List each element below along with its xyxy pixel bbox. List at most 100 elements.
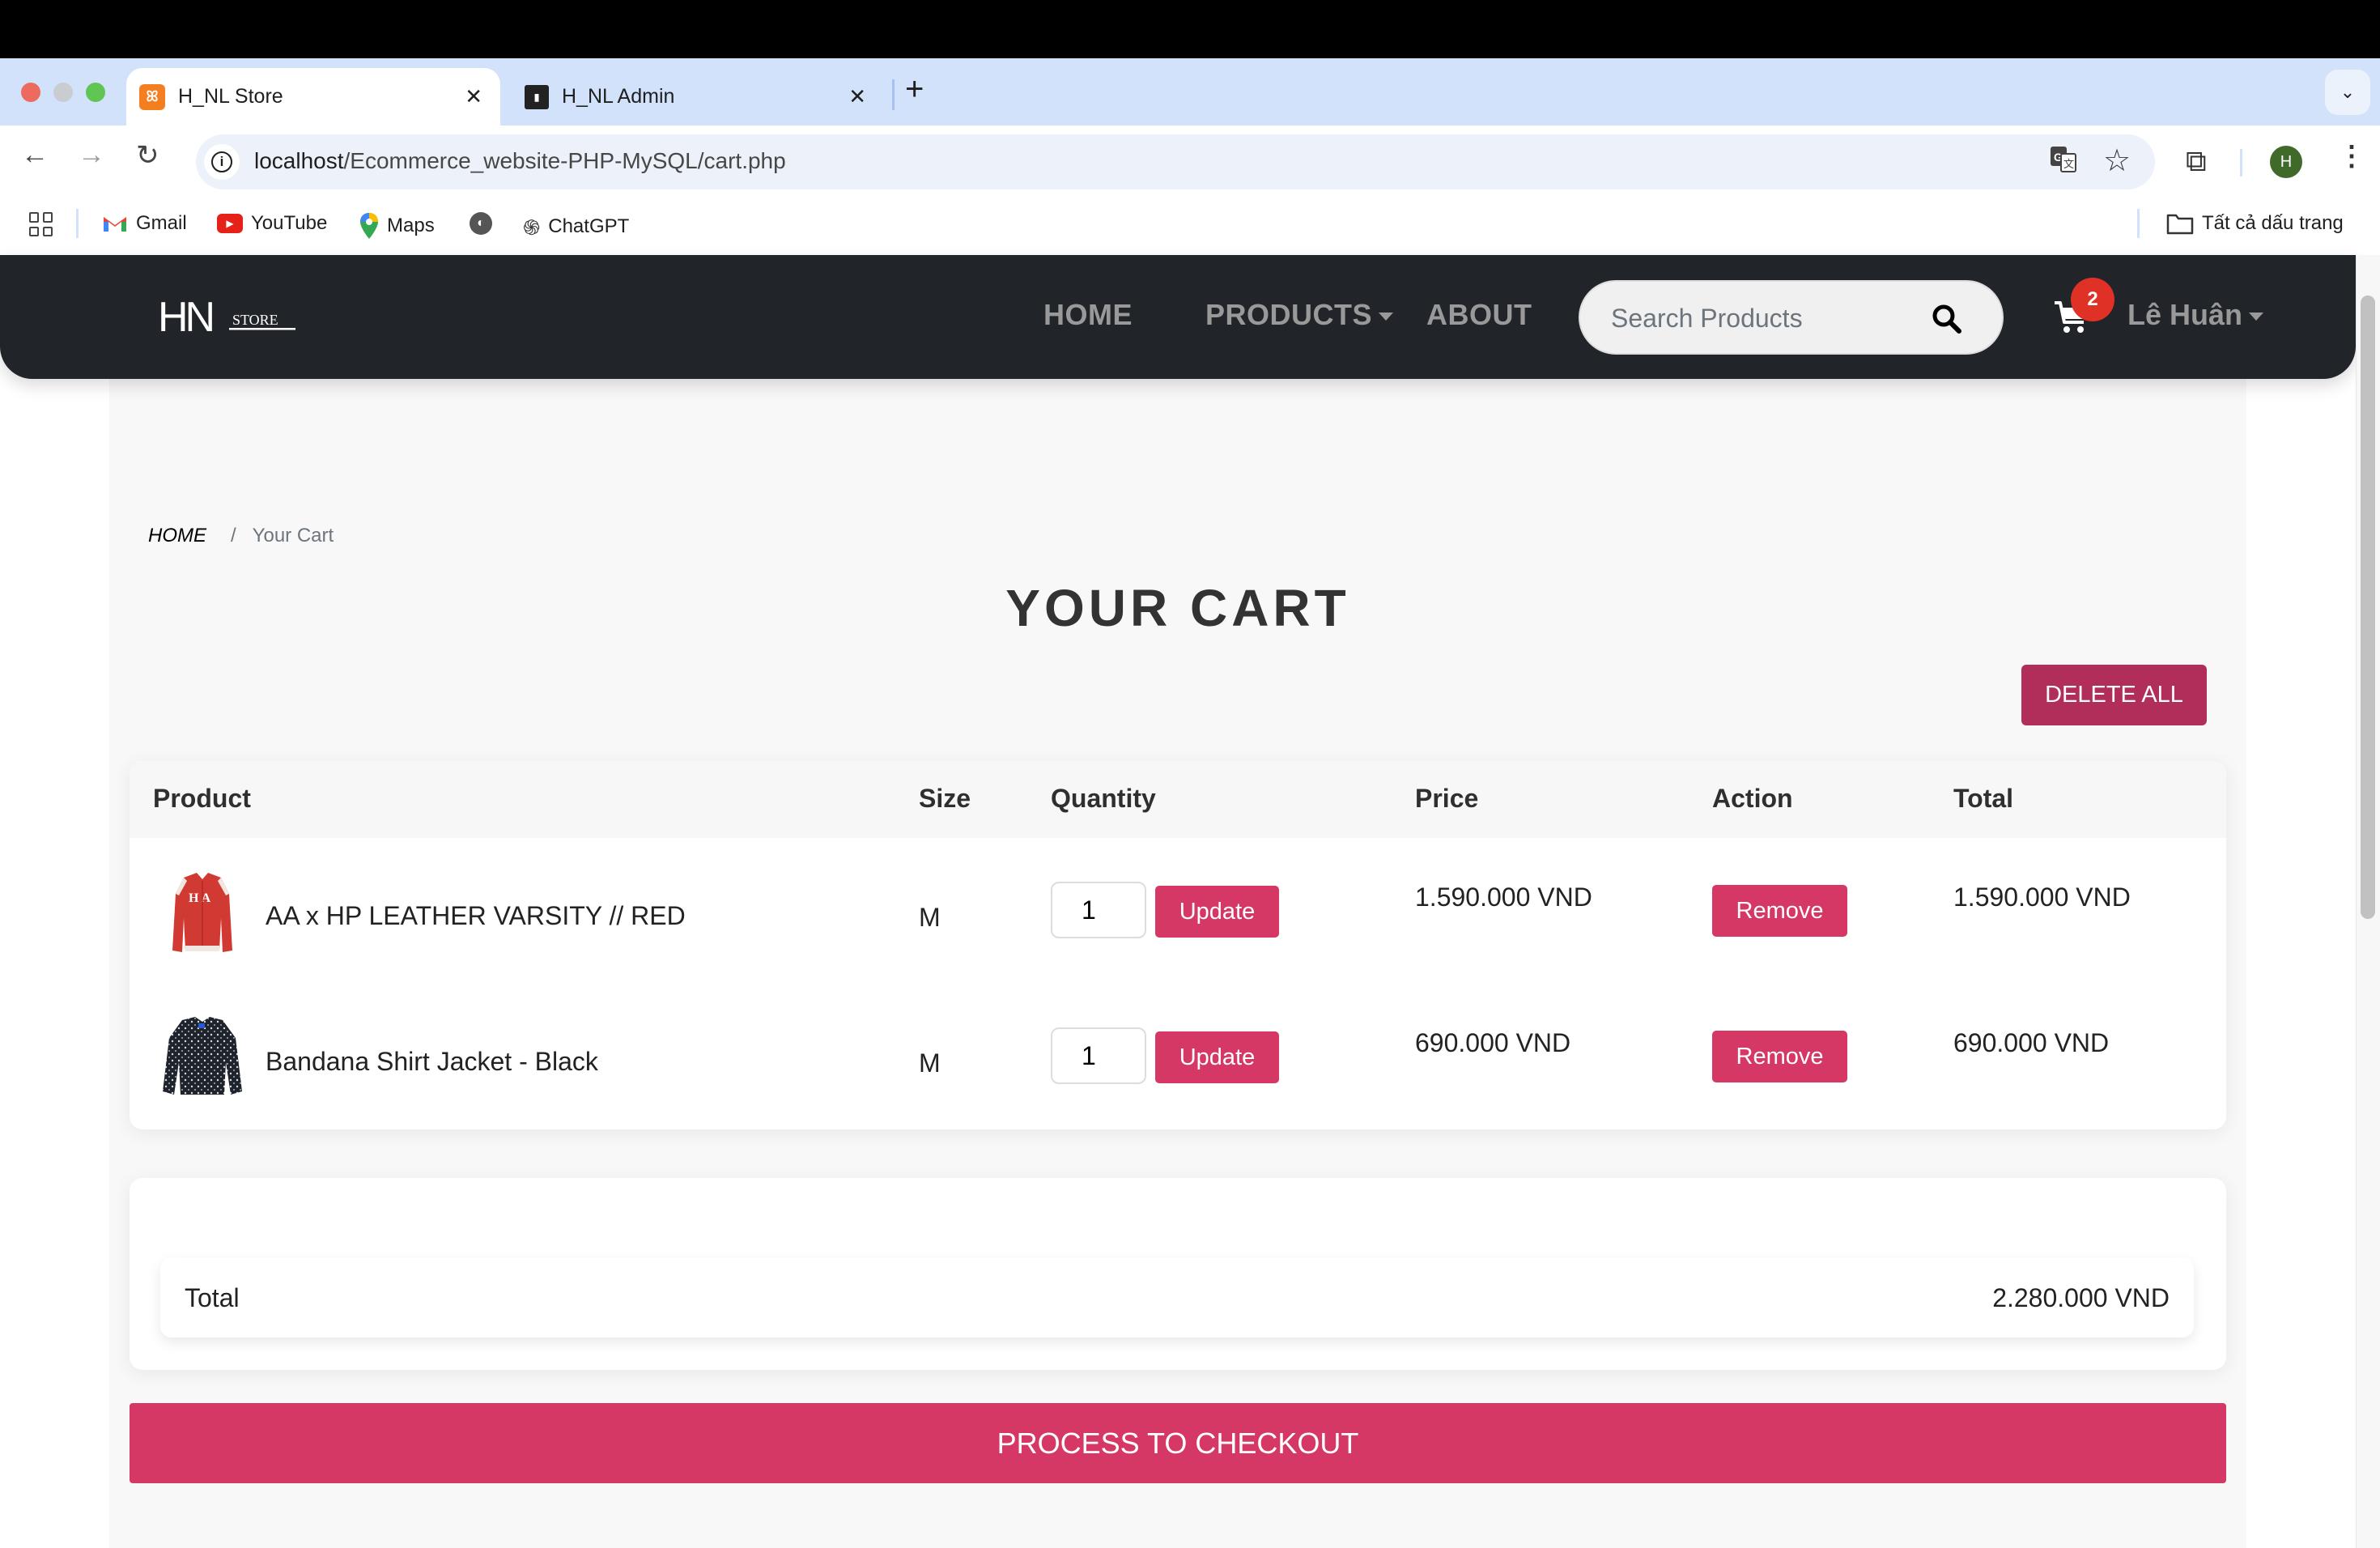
profile-avatar[interactable]: H: [2270, 146, 2302, 178]
bookmark-globe[interactable]: ◐: [470, 212, 500, 235]
line-total: 690.000 VND: [1953, 1028, 2110, 1057]
folder-icon: [2166, 212, 2194, 235]
total-value: 2.280.000 VND: [1992, 1283, 2170, 1312]
forward-button[interactable]: →: [78, 139, 105, 171]
extensions-icon[interactable]: ⧉: [2186, 144, 2207, 179]
header-action: Action: [1712, 784, 1793, 813]
quantity-input[interactable]: [1051, 882, 1146, 938]
table-header: Product Size Quantity Price Action Total: [130, 761, 2226, 838]
product-name[interactable]: Bandana Shirt Jacket - Black: [266, 1047, 598, 1077]
total-row: Total 2.280.000 VND: [160, 1257, 2194, 1337]
url-host: localhost: [254, 148, 344, 173]
more-menu-icon[interactable]: ⋮: [2338, 142, 2365, 170]
nav-home[interactable]: HOME: [1043, 298, 1133, 332]
breadcrumb-current: Your Cart: [252, 525, 334, 546]
quantity-input[interactable]: [1051, 1027, 1146, 1084]
product-image-black-bandana[interactable]: [158, 1014, 247, 1103]
close-tab-icon[interactable]: ✕: [465, 84, 482, 109]
nav-about[interactable]: ABOUT: [1426, 298, 1532, 332]
header-size: Size: [919, 784, 971, 813]
search-box: [1579, 280, 2004, 355]
globe-icon: ◐: [470, 212, 492, 235]
caret-down-icon: [2249, 313, 2264, 321]
header-quantity: Quantity: [1051, 784, 1156, 813]
logo-sub: STORE: [232, 312, 278, 328]
all-bookmarks-label: Tất cả dấu trang: [2202, 212, 2344, 234]
delete-all-button[interactable]: DELETE ALL: [2021, 665, 2207, 725]
line-total: 1.590.000 VND: [1953, 882, 2131, 912]
info-icon: i: [211, 151, 232, 172]
cart-count-badge: 2: [2071, 278, 2114, 321]
bookmark-label: Gmail: [136, 212, 187, 234]
arrow-left-icon: ←: [21, 139, 49, 170]
bookmark-chatgpt[interactable]: ֍ ChatGPT: [523, 212, 629, 241]
cart-table: Product Size Quantity Price Action Total…: [130, 761, 2226, 1129]
maps-icon: [359, 212, 379, 240]
product-image-red-varsity[interactable]: H A: [158, 870, 247, 959]
search-icon[interactable]: [1931, 303, 1963, 335]
close-window-button[interactable]: [21, 83, 40, 102]
minimize-window-button[interactable]: [53, 83, 73, 102]
close-tab-icon[interactable]: ✕: [848, 84, 866, 109]
product-price: 690.000 VND: [1415, 1028, 1571, 1057]
caret-down-icon: [1379, 313, 1394, 321]
bookmark-label: Maps: [387, 215, 435, 236]
back-button[interactable]: ←: [21, 139, 49, 171]
tab-h-nl-store[interactable]: ꕤ H_NL Store ✕: [126, 68, 500, 125]
bookmark-gmail[interactable]: Gmail: [102, 212, 187, 235]
translate-icon[interactable]: G 文: [2050, 146, 2077, 173]
table-row: H A AA x HP LEATHER VARSITY // RED M Upd…: [130, 842, 2226, 988]
product-size: M: [919, 903, 941, 932]
logo-main: HN: [158, 296, 213, 341]
nav-products[interactable]: PRODUCTS: [1205, 298, 1394, 332]
menu-bar: [0, 0, 2380, 58]
tab-search-button[interactable]: ⌄: [2325, 70, 2370, 115]
user-menu[interactable]: Lê Huân: [2127, 298, 2264, 332]
product-size: M: [919, 1048, 941, 1078]
site-info-button[interactable]: i: [204, 144, 240, 180]
update-button[interactable]: Update: [1155, 886, 1279, 938]
all-bookmarks-button[interactable]: Tất cả dấu trang: [2166, 212, 2344, 235]
youtube-icon: ▶: [217, 214, 243, 233]
url-text[interactable]: localhost/Ecommerce_website-PHP-MySQL/ca…: [254, 148, 786, 174]
product-name[interactable]: AA x HP LEATHER VARSITY // RED: [266, 901, 686, 931]
checkout-button[interactable]: PROCESS TO CHECKOUT: [130, 1403, 2226, 1483]
chevron-down-icon: ⌄: [2340, 82, 2356, 102]
tab-title: H_NL Store: [178, 85, 283, 108]
product-price: 1.590.000 VND: [1415, 882, 1592, 912]
search-input[interactable]: [1611, 300, 1935, 337]
maximize-window-button[interactable]: [86, 83, 105, 102]
new-tab-button[interactable]: +: [905, 71, 924, 108]
remove-button[interactable]: Remove: [1712, 885, 1847, 937]
tab-title: H_NL Admin: [562, 85, 675, 108]
table-row: Bandana Shirt Jacket - Black M Update 69…: [130, 988, 2226, 1129]
apps-grid-icon[interactable]: [29, 212, 53, 236]
bookmarks-bar: [0, 190, 2380, 255]
bookmark-youtube[interactable]: ▶ YouTube: [217, 212, 327, 235]
bookmark-label: YouTube: [251, 212, 328, 234]
tab-separator: [892, 79, 895, 110]
bookmark-maps[interactable]: Maps: [359, 212, 435, 240]
scrollbar-thumb[interactable]: [2361, 296, 2375, 919]
bookmark-separator: [76, 209, 79, 238]
url-path: /Ecommerce_website-PHP-MySQL/cart.php: [343, 148, 786, 173]
reload-icon: ↻: [136, 140, 159, 171]
svg-text:文: 文: [2063, 159, 2074, 171]
bookmark-label: ChatGPT: [548, 215, 630, 237]
header-price: Price: [1415, 784, 1479, 813]
remove-button[interactable]: Remove: [1712, 1031, 1847, 1082]
breadcrumb-home[interactable]: HOME: [148, 525, 206, 547]
chatgpt-icon: ֍: [523, 215, 541, 240]
breadcrumb: HOME / Your Cart: [148, 525, 334, 547]
breadcrumb-separator: /: [231, 525, 236, 546]
svg-text:H A: H A: [189, 891, 211, 905]
tab-h-nl-admin[interactable]: ▮ H_NL Admin ✕: [512, 68, 884, 125]
update-button[interactable]: Update: [1155, 1031, 1279, 1083]
arrow-right-icon: →: [78, 139, 105, 170]
total-label: Total: [185, 1283, 240, 1312]
bookmark-separator: [2137, 209, 2140, 238]
toolbar-separator: [2240, 149, 2242, 176]
store-logo[interactable]: HN STORE: [158, 296, 304, 341]
bookmark-star-icon[interactable]: ☆: [2103, 142, 2131, 179]
reload-button[interactable]: ↻: [136, 139, 159, 172]
